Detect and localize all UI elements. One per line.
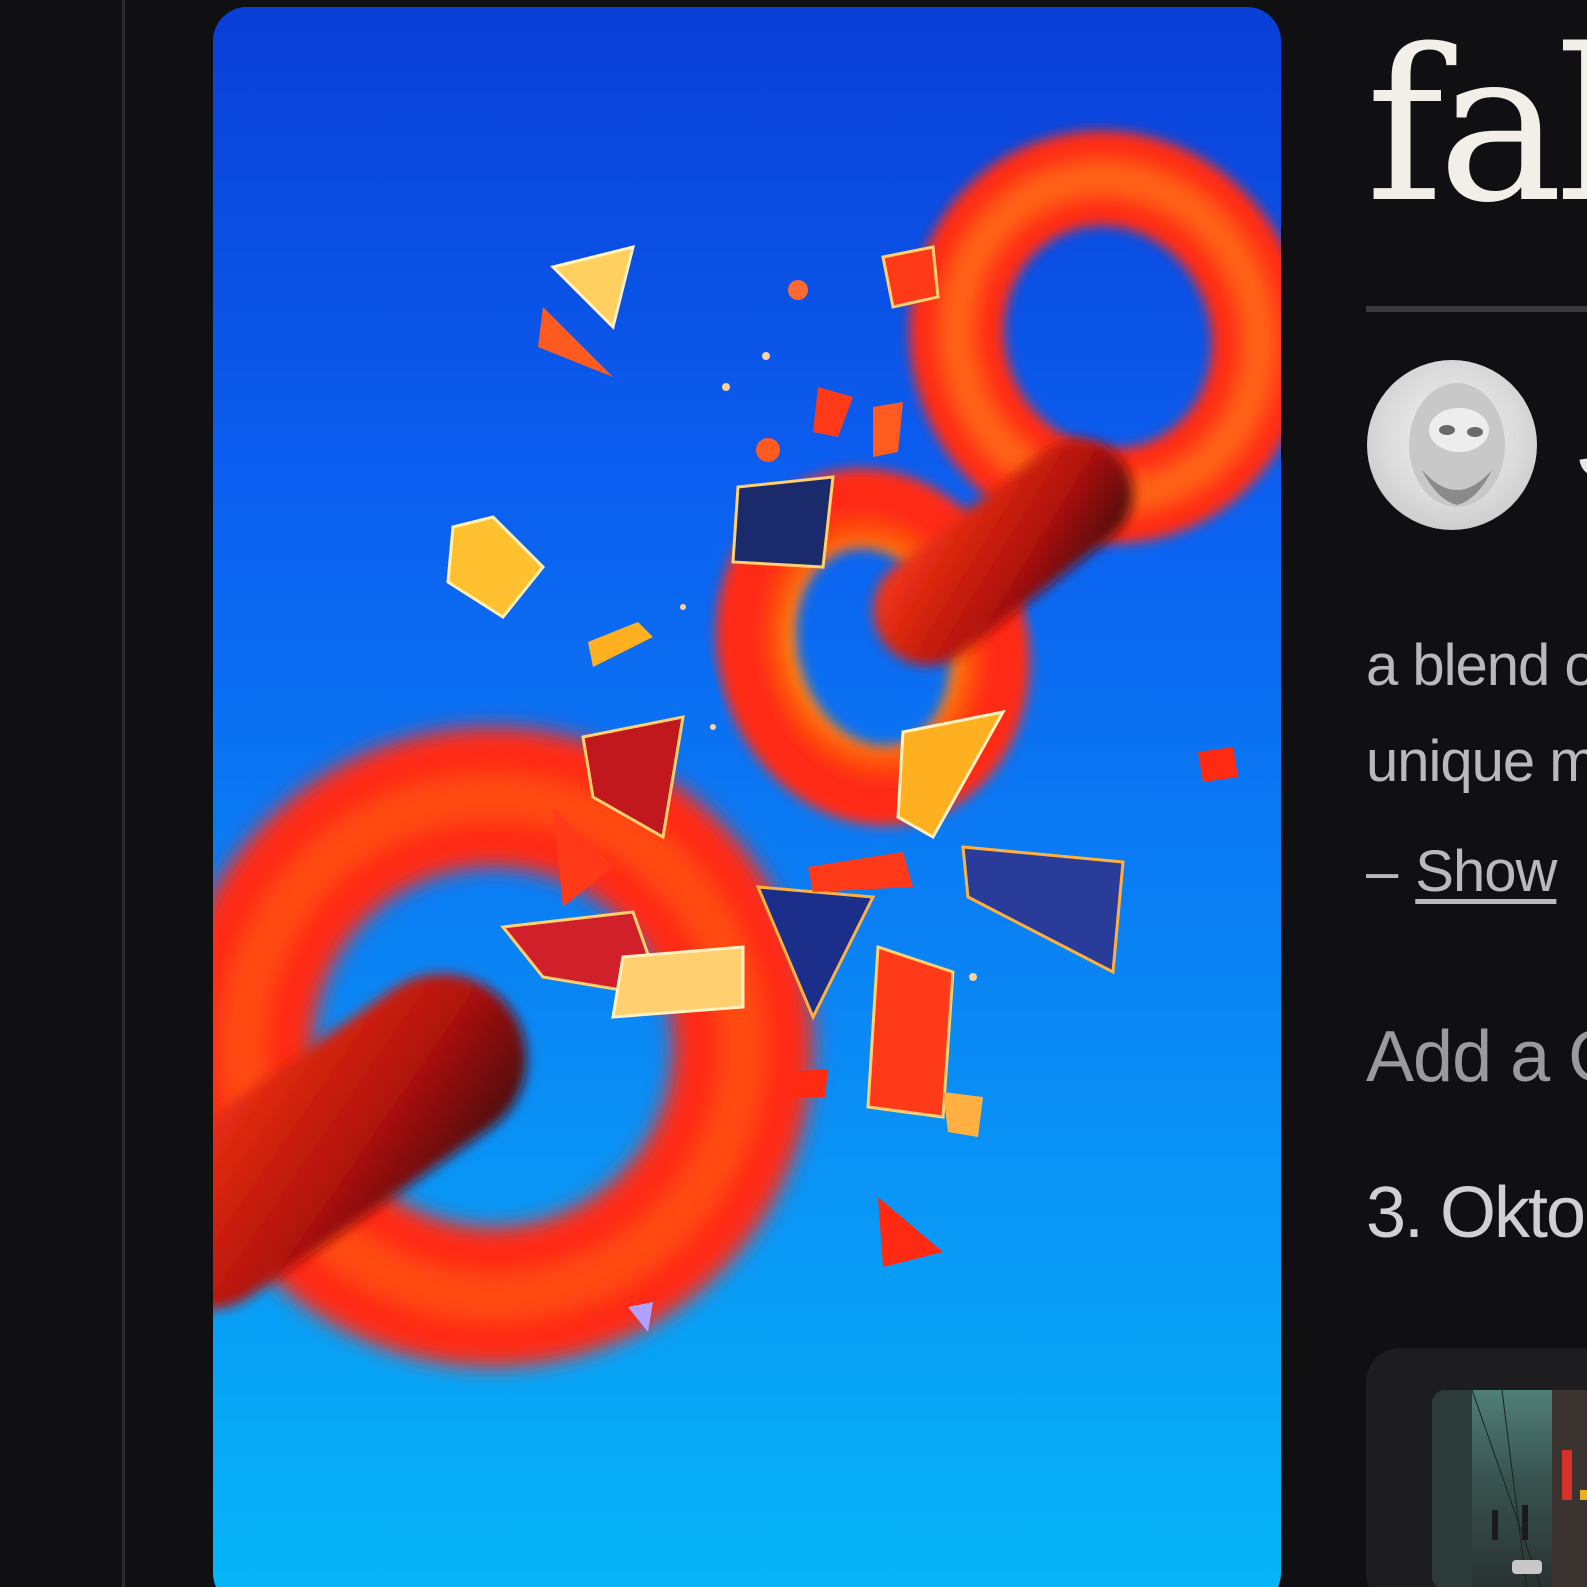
show-more-dash: –: [1366, 839, 1398, 904]
sidebar-divider: [122, 0, 125, 1587]
description-line-1: a blend o: [1366, 633, 1587, 698]
artwork-image[interactable]: [213, 7, 1281, 1587]
show-more-link[interactable]: Show: [1415, 839, 1557, 904]
avatar-face-illustration: [1409, 383, 1505, 507]
show-more: – Show: [1366, 838, 1557, 905]
title-divider: [1366, 306, 1587, 312]
page: ›: [0, 0, 1587, 1587]
add-comment-prompt[interactable]: Add a C: [1366, 1016, 1587, 1098]
description-line-2: unique m: [1366, 729, 1587, 794]
post-date: 3. Okto: [1366, 1173, 1586, 1253]
artwork-illustration: [213, 130, 1281, 1367]
sidebar: ›: [0, 0, 124, 1587]
related-thumbnail-illustration: [1432, 1390, 1587, 1587]
post-title: fals: [1366, 4, 1587, 249]
chain-link-lower: [213, 727, 813, 1367]
author-name[interactable]: J: [1578, 400, 1587, 490]
author-avatar[interactable]: [1367, 360, 1537, 530]
related-post-thumbnail[interactable]: [1432, 1390, 1587, 1587]
